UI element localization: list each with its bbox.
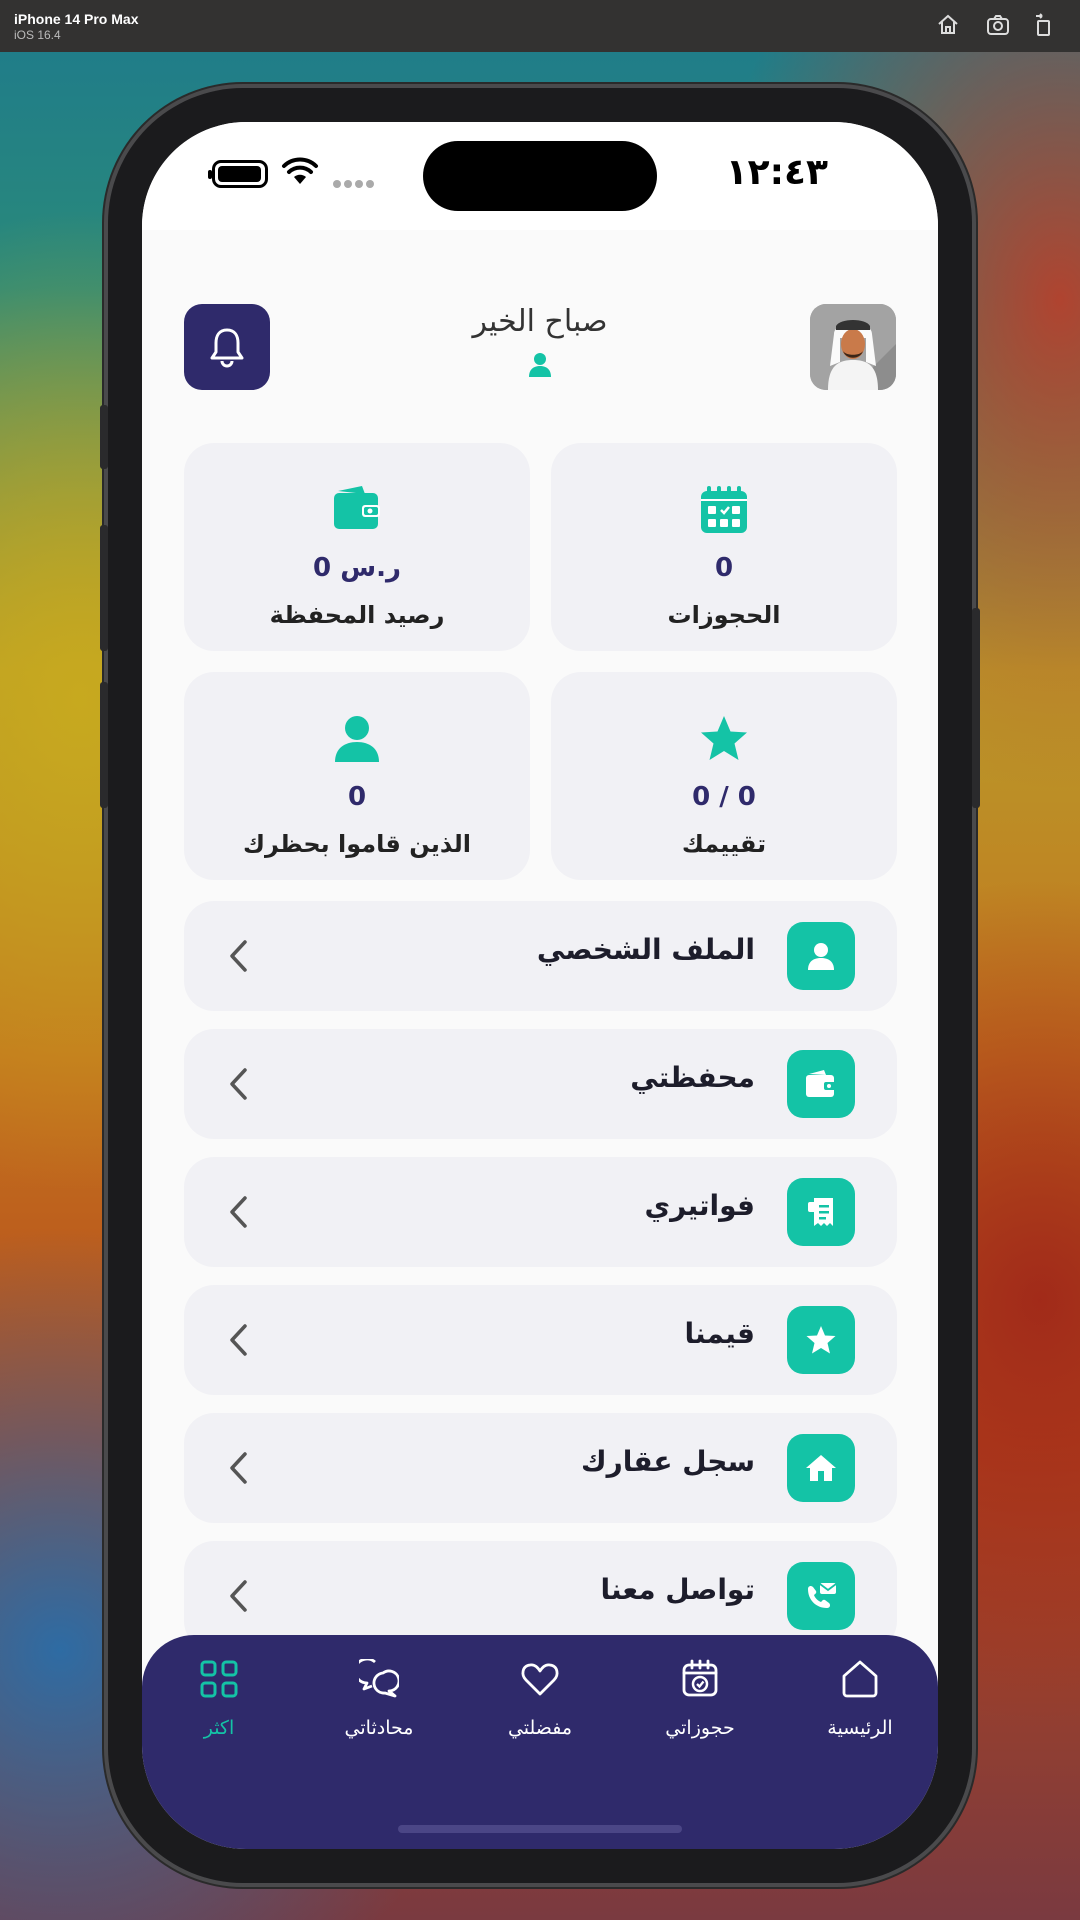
rotate-icon[interactable]: [1030, 12, 1056, 38]
wallet-balance-card[interactable]: 0 ر.س رصيد المحفظة: [184, 443, 530, 651]
menu-label: محفظتي: [630, 1061, 755, 1094]
chevron-left-icon: [230, 1196, 247, 1228]
profile-icon-box: [787, 922, 855, 990]
star-icon: [806, 1326, 836, 1354]
chevron-left-icon: [230, 1580, 247, 1612]
house-icon-box: [787, 1434, 855, 1502]
greeting-text: صباح الخير: [472, 304, 608, 339]
wallet-balance-value: 0 ر.س: [313, 553, 401, 583]
menu-label: تواصل معنا: [600, 1573, 755, 1606]
tab-label: مفضلتي: [507, 1717, 573, 1739]
menu-item-invoices[interactable]: فواتيري: [184, 1157, 897, 1267]
wallet-icon: [334, 486, 380, 529]
home-icon: [842, 1660, 878, 1698]
tab-label: اكثر: [203, 1717, 235, 1739]
tab-favorites[interactable]: مفضلتي: [475, 1659, 605, 1739]
user-icon: [808, 943, 834, 970]
blocked-by-value: 0: [347, 782, 367, 812]
status-time: ١٢:٤٣: [725, 152, 828, 193]
bookings-card[interactable]: 0 الحجوزات: [551, 443, 897, 651]
chevron-left-icon: [230, 1452, 247, 1484]
menu-label: قيمنا: [684, 1317, 755, 1350]
chevron-left-icon: [230, 1324, 247, 1356]
tab-label: محادثاتي: [344, 1717, 414, 1739]
menu-label: فواتيري: [644, 1189, 755, 1222]
notifications-button[interactable]: [184, 304, 270, 390]
bookings-value: 0: [714, 553, 734, 583]
menu-item-register-property[interactable]: سجل عقارك: [184, 1413, 897, 1523]
avatar[interactable]: [810, 304, 896, 390]
bottom-tab-bar: اكثر محادثاتي مفضلتي حجوزاتي الرئيسية: [142, 1635, 938, 1849]
status-bar: ١٢:٤٣: [142, 122, 938, 230]
menu-item-wallet[interactable]: محفظتي: [184, 1029, 897, 1139]
signal-icon: [333, 180, 374, 188]
tab-bookings[interactable]: حجوزاتي: [635, 1659, 765, 1739]
screenshot-icon[interactable]: [985, 12, 1011, 38]
power-button: [972, 608, 980, 808]
grid-icon: [200, 1660, 238, 1698]
simulator-toolbar: iPhone 14 Pro Max iOS 16.4: [0, 0, 1080, 52]
wallet-balance-label: رصيد المحفظة: [269, 601, 445, 629]
rating-value: 0 / 0: [692, 782, 756, 812]
bookings-label: الحجوزات: [667, 601, 781, 629]
receipt-icon: [808, 1198, 833, 1226]
volume-down-button: [100, 682, 108, 808]
contact-icon-box: [787, 1562, 855, 1630]
wallet-icon: [806, 1070, 836, 1097]
chevron-left-icon: [230, 940, 247, 972]
star-icon: [701, 716, 747, 760]
user-avatar-icon: [810, 304, 896, 390]
house-icon: [806, 1455, 836, 1481]
device-name: iPhone 14 Pro Max: [14, 11, 139, 27]
contact-icon: [808, 1583, 837, 1608]
chat-icon: [359, 1659, 399, 1698]
battery-icon: [208, 160, 268, 188]
os-version: iOS 16.4: [14, 28, 61, 42]
dynamic-island: [423, 141, 657, 211]
menu-label: سجل عقارك: [580, 1445, 755, 1478]
menu-item-profile[interactable]: الملف الشخصي: [184, 901, 897, 1011]
tab-home[interactable]: الرئيسية: [795, 1659, 925, 1739]
home-indicator[interactable]: [398, 1825, 682, 1833]
user-icon: [529, 353, 551, 377]
silent-switch: [100, 405, 108, 469]
tab-more[interactable]: اكثر: [154, 1659, 284, 1739]
star-icon-box: [787, 1306, 855, 1374]
receipt-icon-box: [787, 1178, 855, 1246]
user-icon: [335, 716, 379, 762]
menu-label: الملف الشخصي: [536, 933, 755, 966]
menu-item-rate-us[interactable]: قيمنا: [184, 1285, 897, 1395]
heart-icon: [521, 1663, 559, 1696]
rating-label: تقييمك: [681, 830, 767, 858]
home-icon[interactable]: [935, 12, 961, 38]
bell-icon: [210, 328, 244, 368]
blocked-by-label: الذين قاموا بحظرك: [243, 830, 471, 858]
tab-label: حجوزاتي: [665, 1717, 735, 1739]
tab-label: الرئيسية: [827, 1717, 893, 1739]
tab-chats[interactable]: محادثاتي: [314, 1659, 444, 1739]
blocked-by-card[interactable]: 0 الذين قاموا بحظرك: [184, 672, 530, 880]
volume-up-button: [100, 525, 108, 651]
header: صباح الخير: [142, 304, 938, 392]
app-screen: ١٢:٤٣ صباح الخير 0 ر.س رصيد المحفظة 0 ال…: [142, 122, 938, 1849]
chevron-left-icon: [230, 1068, 247, 1100]
calendar-check-icon: [682, 1659, 718, 1697]
rating-card[interactable]: 0 / 0 تقييمك: [551, 672, 897, 880]
wallet-icon-box: [787, 1050, 855, 1118]
wifi-icon: [282, 157, 318, 184]
calendar-icon: [701, 486, 747, 533]
